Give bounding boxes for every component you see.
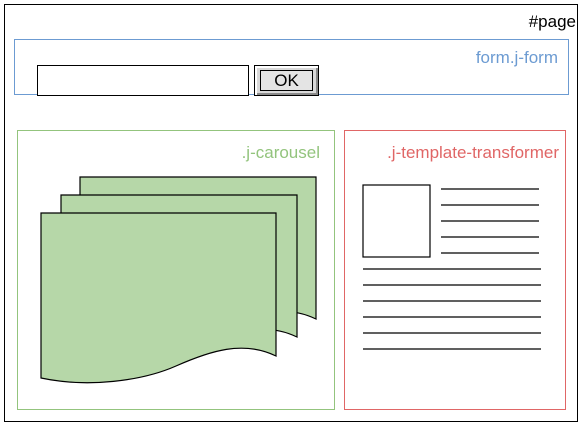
text-input[interactable] (37, 65, 249, 96)
carousel-region: .j-carousel (17, 130, 335, 410)
ok-button[interactable]: OK (254, 65, 319, 96)
form-region: form.j-form OK (14, 39, 569, 96)
template-transformer-region: .j-template-transformer (344, 130, 566, 410)
ok-button-label: OK (260, 70, 313, 91)
carousel-slide-front (40, 212, 277, 384)
carousel-slides (40, 176, 317, 384)
image-placeholder (362, 184, 431, 258)
page-label: #page (528, 12, 576, 31)
template-content (362, 184, 541, 350)
form-label: form.j-form (475, 48, 558, 67)
